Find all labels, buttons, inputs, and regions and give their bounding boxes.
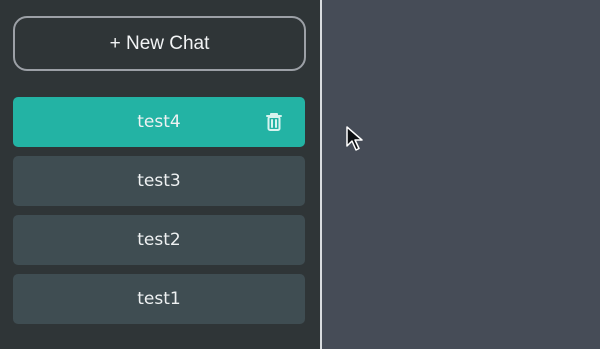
chat-item-label: test1 — [137, 289, 181, 309]
chat-item-test4[interactable]: test4 — [13, 97, 305, 147]
new-chat-button[interactable]: + New Chat — [13, 16, 306, 71]
mouse-cursor-icon — [346, 126, 363, 151]
chat-app: + New Chat test4 test3 test2 test1 — [0, 0, 600, 349]
chat-item-label: test2 — [137, 230, 181, 250]
new-chat-label: + New Chat — [109, 32, 210, 54]
trash-icon[interactable] — [263, 111, 285, 133]
chat-item-label: test4 — [137, 112, 181, 132]
chat-item-test2[interactable]: test2 — [13, 215, 305, 265]
main-content-area[interactable] — [322, 0, 600, 349]
chat-item-label: test3 — [137, 171, 181, 191]
sidebar: + New Chat test4 test3 test2 test1 — [0, 0, 320, 349]
chat-list: test4 test3 test2 test1 — [13, 97, 305, 333]
chat-item-test1[interactable]: test1 — [13, 274, 305, 324]
chat-item-test3[interactable]: test3 — [13, 156, 305, 206]
